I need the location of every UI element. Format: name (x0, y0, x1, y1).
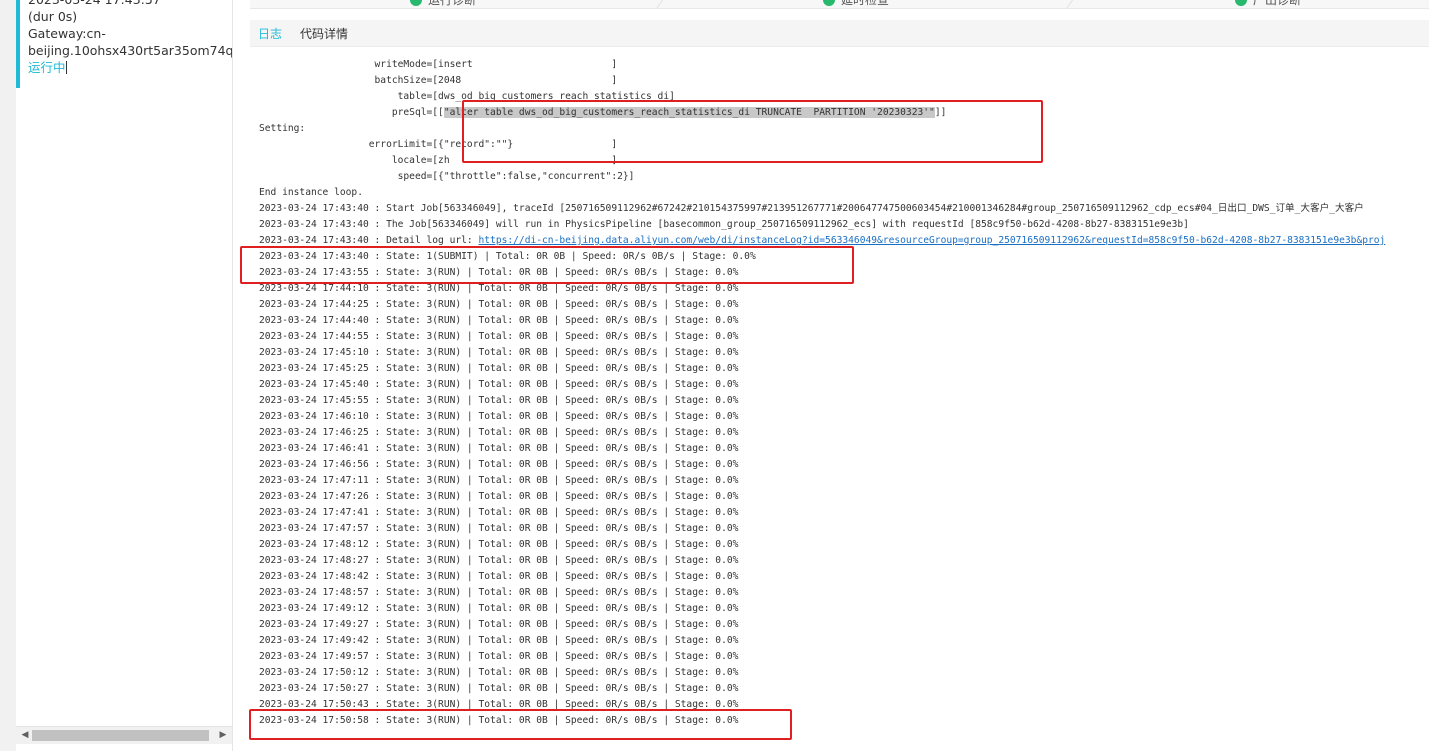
log-line: 2023-03-24 17:43:40 : Start Job[56334604… (259, 203, 1364, 214)
state-log-line: 2023-03-24 17:46:41 : State: 3(RUN) | To… (259, 443, 739, 454)
task-status[interactable]: 运行中 (28, 60, 66, 75)
detail-log-link[interactable]: https://di-cn-beijing.data.aliyun.com/we… (479, 235, 1386, 246)
task-sidebar: 2023-03-24 17:43:57 (dur 0s) Gateway:cn-… (0, 0, 233, 751)
state-log-line: 2023-03-24 17:47:57 : State: 3(RUN) | To… (259, 523, 739, 534)
horizontal-scrollbar[interactable]: ◀ ▶ (16, 726, 232, 744)
selected-item-indicator (16, 0, 20, 88)
state-log-line: 2023-03-24 17:47:26 : State: 3(RUN) | To… (259, 491, 739, 502)
state-log-line: 2023-03-24 17:47:11 : State: 3(RUN) | To… (259, 475, 739, 486)
log-line: End instance loop. (259, 187, 363, 198)
text-cursor (65, 61, 67, 74)
state-log-line: 2023-03-24 17:44:40 : State: 3(RUN) | To… (259, 315, 739, 326)
state-log-line: 2023-03-24 17:50:27 : State: 3(RUN) | To… (259, 683, 739, 694)
log-line: 2023-03-24 17:43:40 : The Job[563346049]… (259, 219, 1189, 230)
state-log-line: 2023-03-24 17:45:25 : State: 3(RUN) | To… (259, 363, 739, 374)
highlight-box-state-end (249, 709, 792, 740)
scroll-right-icon[interactable]: ▶ (216, 728, 230, 743)
state-log-line: 2023-03-24 17:48:27 : State: 3(RUN) | To… (259, 555, 739, 566)
log-line: writeMode=[insert ] (259, 59, 618, 70)
state-log-line: 2023-03-24 17:47:41 : State: 3(RUN) | To… (259, 507, 739, 518)
state-log-line: 2023-03-24 17:44:55 : State: 3(RUN) | To… (259, 331, 739, 342)
state-log-line: 2023-03-24 17:48:42 : State: 3(RUN) | To… (259, 571, 739, 582)
state-log-line: 2023-03-24 17:49:57 : State: 3(RUN) | To… (259, 651, 739, 662)
log-tabs: 日志 代码详情 (250, 20, 1429, 47)
step-label[interactable]: 延时检查 (841, 0, 889, 8)
presql-prefix: preSql=[[ (259, 107, 444, 118)
check-success-icon (823, 0, 835, 6)
tab-log[interactable]: 日志 (258, 25, 282, 42)
tab-code-details[interactable]: 代码详情 (300, 25, 348, 42)
state-log-line: 2023-03-24 17:44:25 : State: 3(RUN) | To… (259, 299, 739, 310)
state-log-line: 2023-03-24 17:49:12 : State: 3(RUN) | To… (259, 603, 739, 614)
state-log-line: 2023-03-24 17:45:10 : State: 3(RUN) | To… (259, 347, 739, 358)
state-log-line: 2023-03-24 17:46:56 : State: 3(RUN) | To… (259, 459, 739, 470)
log-line: speed=[{"throttle":false,"concurrent":2}… (259, 171, 635, 182)
step-divider (655, 0, 666, 8)
task-timestamp: 2023-03-24 17:43:57 (28, 0, 232, 8)
step-divider (1065, 0, 1076, 8)
highlight-box-presql (462, 100, 1043, 163)
state-log-line: 2023-03-24 17:46:25 : State: 3(RUN) | To… (259, 427, 739, 438)
task-instance-item[interactable]: 2023-03-24 17:43:57 (dur 0s) Gateway:cn-… (28, 0, 232, 76)
scrollbar-thumb[interactable] (32, 730, 209, 741)
log-line: batchSize=[2048 ] (259, 75, 618, 86)
scroll-left-icon[interactable]: ◀ (18, 728, 32, 743)
gateway-value: beijing.10ohsx430rt5ar35om74qsuc (28, 43, 232, 58)
state-log-line: 2023-03-24 17:48:57 : State: 3(RUN) | To… (259, 587, 739, 598)
state-log-lines: 2023-03-24 17:43:40 : State: 1(SUBMIT) |… (259, 249, 1429, 729)
task-duration: (dur 0s) (28, 9, 78, 24)
state-log-line: 2023-03-24 17:48:12 : State: 3(RUN) | To… (259, 539, 739, 550)
sidebar-gutter (0, 0, 16, 751)
state-log-line: 2023-03-24 17:49:27 : State: 3(RUN) | To… (259, 619, 739, 630)
state-log-line: 2023-03-24 17:49:42 : State: 3(RUN) | To… (259, 635, 739, 646)
state-log-line: 2023-03-24 17:46:10 : State: 3(RUN) | To… (259, 411, 739, 422)
diagnosis-steps-bar: 运行诊断 延时检查 产出诊断 (250, 0, 1429, 9)
state-log-line: 2023-03-24 17:45:55 : State: 3(RUN) | To… (259, 395, 739, 406)
highlight-box-state-start (240, 246, 854, 284)
step-label[interactable]: 运行诊断 (428, 0, 476, 8)
check-success-icon (410, 0, 422, 6)
state-log-line: 2023-03-24 17:50:12 : State: 3(RUN) | To… (259, 667, 739, 678)
state-log-line: 2023-03-24 17:45:40 : State: 3(RUN) | To… (259, 379, 739, 390)
step-label[interactable]: 产出诊断 (1253, 0, 1301, 8)
detail-url-prefix: 2023-03-24 17:43:40 : Detail log url: (259, 235, 479, 246)
check-success-icon (1235, 0, 1247, 6)
gateway-label: Gateway:cn- (28, 26, 106, 41)
